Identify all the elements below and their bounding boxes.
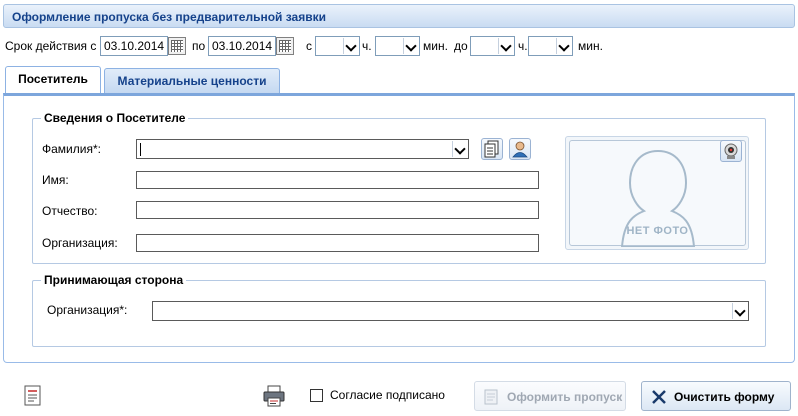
validity-label: Срок действия с [5, 39, 97, 53]
to-date-calendar-button[interactable] [276, 37, 294, 55]
clear-x-icon [652, 390, 666, 404]
to-date-value: 03.10.2014 [212, 39, 273, 53]
host-legend: Принимающая сторона [41, 273, 187, 287]
tab-bar: Посетитель Материальные ценности [3, 65, 795, 93]
tab-visitor-label: Посетитель [18, 72, 88, 86]
minutes-label-2: мин. [578, 39, 603, 53]
calendar-icon [279, 40, 291, 52]
from-date-value: 03.10.2014 [104, 39, 165, 53]
to-hours-select[interactable] [470, 36, 515, 56]
from-minutes-select[interactable] [375, 36, 420, 56]
patronymic-label: Отчество: [42, 204, 98, 218]
from-hours-select[interactable] [315, 36, 360, 56]
to-date-input[interactable]: 03.10.2014 [208, 36, 276, 56]
visitor-legend: Сведения о Посетителе [41, 111, 189, 125]
name-label: Имя: [42, 173, 69, 187]
hours-label-2: ч. [518, 39, 528, 53]
organization-label: Организация: [42, 236, 118, 250]
webcam-icon [724, 143, 738, 159]
host-organization-combobox[interactable] [152, 301, 749, 321]
form-header: Оформление пропуска без предварительной … [3, 4, 795, 28]
validity-row: Срок действия с 03.10.2014 по 03.10.2014… [5, 36, 795, 56]
tab-valuables[interactable]: Материальные ценности [104, 68, 280, 93]
calendar-icon [171, 40, 183, 52]
consent-label: Согласие подписано [330, 388, 445, 402]
chevron-down-icon [452, 141, 467, 157]
clear-form-label: Очистить форму [674, 390, 775, 404]
report-button[interactable] [22, 384, 44, 408]
report-document-icon [24, 385, 41, 406]
patronymic-input[interactable] [136, 201, 539, 219]
tab-valuables-label: Материальные ценности [117, 74, 267, 88]
from-date-calendar-button[interactable] [168, 37, 186, 55]
time-to-label: до [454, 39, 468, 53]
text-caret [140, 143, 141, 156]
issue-pass-label: Оформить пропуск [507, 390, 623, 404]
surname-label: Фамилия*: [42, 142, 101, 156]
to-date-label: по [192, 39, 206, 53]
printer-icon [263, 385, 285, 407]
person-lookup-icon [512, 141, 528, 158]
issue-pass-button[interactable]: Оформить пропуск [474, 381, 626, 411]
to-minutes-select[interactable] [528, 36, 573, 56]
no-photo-text: НЕТ ФОТО [626, 225, 689, 237]
webcam-button[interactable] [720, 140, 742, 162]
time-from-label: с [306, 39, 312, 53]
pass-document-icon [484, 389, 498, 405]
surname-combobox[interactable] [136, 139, 469, 159]
consent-checkbox[interactable] [310, 389, 323, 402]
chevron-down-icon [732, 303, 747, 319]
print-button[interactable] [262, 384, 286, 408]
chevron-down-icon [498, 38, 513, 54]
tab-visitor[interactable]: Посетитель [5, 66, 101, 93]
copy-document-button[interactable] [481, 138, 503, 160]
person-lookup-button[interactable] [509, 138, 531, 160]
page-title: Оформление пропуска без предварительной … [12, 10, 326, 24]
hours-label: ч. [362, 39, 372, 53]
clear-form-button[interactable]: Очистить форму [641, 381, 791, 411]
from-date-input[interactable]: 03.10.2014 [100, 36, 168, 56]
minutes-label: мин. [423, 39, 448, 53]
chevron-down-icon [343, 38, 358, 54]
chevron-down-icon [556, 38, 571, 54]
chevron-down-icon [403, 38, 418, 54]
name-input[interactable] [136, 171, 539, 189]
organization-input[interactable] [136, 234, 539, 252]
host-organization-label: Организация*: [47, 303, 128, 317]
document-copy-icon [484, 140, 499, 158]
